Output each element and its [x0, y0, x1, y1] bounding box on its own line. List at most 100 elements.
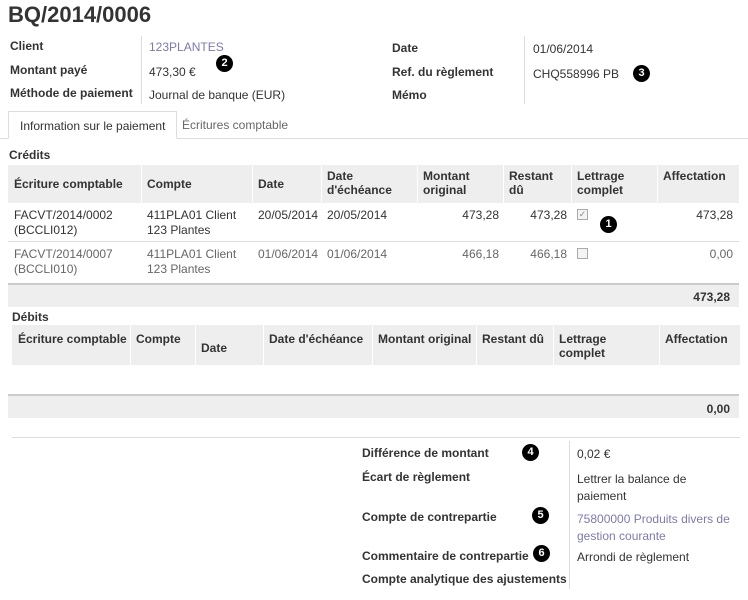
debits-header-divider [372, 325, 373, 365]
writeoff-value-line2: paiement [577, 489, 627, 503]
debits-table-header: Écriture comptable Compte Date Date d'éc… [12, 325, 740, 365]
debits-col-entry: Écriture comptable [18, 332, 127, 346]
page-title: BQ/2014/0006 [8, 2, 152, 27]
field-divider-right [524, 36, 525, 104]
credits-col-reconciled-line2: complet [577, 183, 624, 197]
counterpart-account-line1: 75800000 Produits divers de [577, 512, 730, 526]
credits-header-divider [252, 165, 253, 203]
writeoff-value-line1: Lettrer la balance de [577, 472, 687, 486]
date-label: Date [392, 41, 419, 55]
debits-header-divider [263, 325, 264, 365]
payment-method-label: Méthode de paiement [10, 86, 133, 100]
summary-column-divider [569, 441, 570, 589]
credits-col-account: Compte [147, 177, 192, 191]
credits-header-divider [141, 165, 142, 203]
date-value: 01/06/2014 [533, 42, 594, 56]
amount-difference-label: Différence de montant [362, 446, 489, 460]
credits-col-entry: Écriture comptable [14, 177, 123, 191]
debits-col-allocation: Affectation [665, 332, 728, 346]
row-date: 01/06/2014 [258, 247, 319, 261]
row-entry[interactable]: FACVT/2014/0007 (BCCLI010) [14, 247, 113, 277]
debits-total-bar: 0,00 [8, 394, 739, 418]
payment-ref-label: Ref. du règlement [392, 65, 494, 79]
table-row[interactable]: FACVT/2014/0007 (BCCLI010) 411PLA01 Clie… [8, 242, 739, 282]
row-entry-line1: FACVT/2014/0007 [14, 247, 113, 261]
callout-badge-1: 1 [600, 216, 617, 233]
row-due-date: 20/05/2014 [327, 208, 388, 222]
credits-col-reconciled: Lettrage complet [577, 169, 624, 197]
credits-col-original-line2: original [423, 183, 467, 197]
row-date: 20/05/2014 [258, 208, 319, 222]
debits-col-account: Compte [136, 332, 181, 346]
callout-badge-3: 3 [633, 65, 650, 82]
row-account: 411PLA01 Client 123 Plantes [147, 208, 236, 238]
writeoff-label: Écart de règlement [362, 470, 471, 484]
tab-payment-info[interactable]: Information sur le paiement [8, 111, 178, 139]
analytic-account-label: Compte analytique des ajustements [362, 572, 567, 586]
credits-header-divider [657, 165, 658, 203]
debits-col-reconciled-line2: complet [559, 346, 606, 360]
credits-col-allocation: Affectation [663, 169, 726, 183]
row-account-line2: 123 Plantes [147, 262, 211, 276]
credits-header-divider [417, 165, 418, 203]
credits-col-original-line1: Montant [423, 169, 470, 183]
callout-badge-5: 5 [532, 507, 549, 524]
row-allocation[interactable]: 0,00 [663, 247, 733, 262]
row-entry[interactable]: FACVT/2014/0002 (BCCLI012) [14, 208, 113, 238]
amount-value: 473,30 € [149, 65, 196, 79]
memo-label: Mémo [392, 88, 427, 102]
debits-header-divider [553, 325, 554, 365]
credits-total-bar: 473,28 [8, 283, 739, 307]
reconciled-checkbox[interactable] [577, 248, 588, 259]
callout-badge-2: 2 [216, 55, 233, 72]
credits-section-label: Crédits [9, 148, 51, 162]
counterpart-account-line2: gestion courante [577, 529, 666, 543]
debits-total: 0,00 [706, 402, 730, 416]
credits-col-original: Montant original [423, 169, 470, 197]
counterpart-comment-label: Commentaire de contrepartie [362, 549, 529, 563]
debits-col-due-date: Date d'échéance [269, 332, 364, 346]
callout-badge-6: 6 [533, 545, 550, 562]
credits-col-reconciled-line1: Lettrage [577, 169, 625, 183]
row-account-line1: 411PLA01 Client [147, 247, 237, 261]
credits-col-remaining-line1: Restant [509, 169, 554, 183]
row-original: 473,28 [462, 208, 499, 222]
row-account-line2: 123 Plantes [147, 223, 211, 237]
payment-method-value: Journal de banque (EUR) [149, 88, 286, 102]
row-account: 411PLA01 Client 123 Plantes [147, 247, 236, 277]
counterpart-comment-value[interactable]: Arrondi de règlement [577, 550, 689, 564]
client-label: Client [10, 39, 44, 53]
client-link[interactable]: 123PLANTES [149, 40, 224, 54]
credits-col-remaining-line2: dû [509, 183, 524, 197]
field-divider-left [141, 36, 142, 104]
table-row[interactable]: FACVT/2014/0002 (BCCLI012) 411PLA01 Clie… [8, 204, 739, 241]
credits-col-remaining: Restant dû [509, 169, 553, 197]
debits-col-remaining: Restant dû [482, 332, 545, 346]
credits-col-due-date-line2: d'échéance [327, 183, 392, 197]
credits-col-due-date-line1: Date [327, 169, 354, 183]
credits-header-divider [321, 165, 322, 203]
debits-section-label: Débits [12, 310, 49, 324]
row-account-line1: 411PLA01 Client [147, 208, 237, 222]
writeoff-value[interactable]: Lettrer la balance de paiement [577, 471, 686, 505]
debits-col-reconciled: Lettrage complet [559, 332, 606, 360]
tab-journal-entries[interactable]: Écritures comptable [171, 111, 299, 139]
row-allocation[interactable]: 473,28 [663, 208, 733, 223]
credits-header-divider [571, 165, 572, 203]
debits-col-reconciled-line1: Lettrage [559, 332, 607, 346]
row-original: 466,18 [462, 247, 499, 261]
amount-difference-value: 0,02 € [577, 447, 611, 461]
credits-table-header: Écriture comptable Compte Date Date d'éc… [8, 165, 739, 203]
row-due-date: 01/06/2014 [327, 247, 388, 261]
row-entry-line2: (BCCLI010) [14, 262, 78, 276]
counterpart-account-label: Compte de contrepartie [362, 510, 497, 524]
row-entry-line2: (BCCLI012) [14, 223, 78, 237]
counterpart-account-link[interactable]: 75800000 Produits divers de gestion cour… [577, 511, 730, 545]
debits-header-divider [476, 325, 477, 365]
credits-col-date: Date [258, 177, 285, 191]
callout-badge-4: 4 [522, 444, 539, 461]
payment-ref-value: CHQ558996 PB [533, 67, 620, 81]
reconciled-checkbox[interactable]: ✓ [577, 209, 588, 220]
debits-col-date: Date [201, 341, 228, 355]
row-remaining: 466,18 [530, 247, 567, 261]
